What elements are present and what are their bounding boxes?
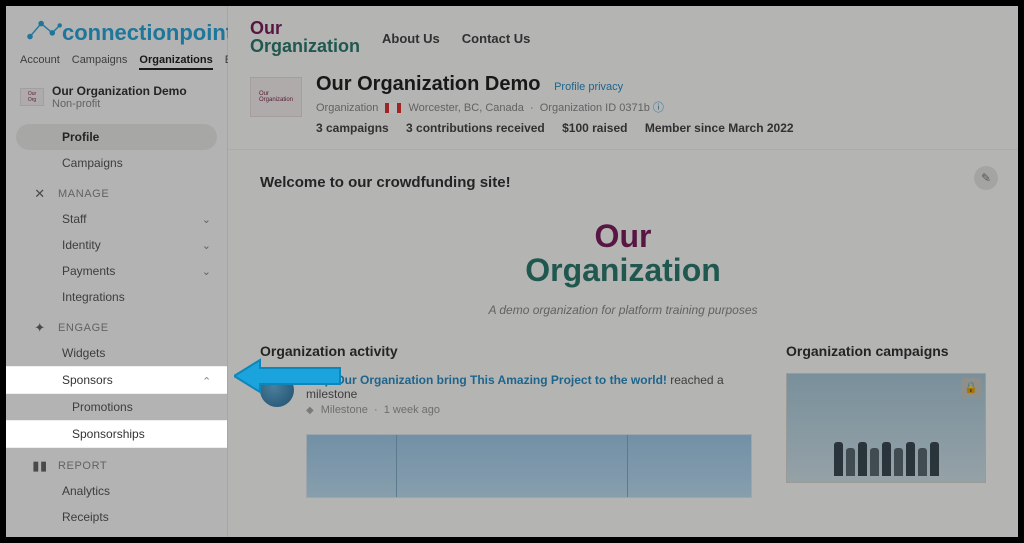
campaigns-heading: Organization campaigns: [786, 343, 986, 359]
sidebar-item-widgets[interactable]: Widgets: [6, 340, 227, 366]
logo[interactable]: connectionpoint: [24, 18, 233, 44]
sidebar-item-sponsors[interactable]: Sponsors⌄: [6, 366, 227, 394]
org-id-label: Organization ID: [540, 102, 616, 114]
logo-text-1: connection: [62, 20, 179, 45]
main-content: Our Organization About Us Contact Us Our…: [228, 6, 1018, 537]
activity-time: 1 week ago: [384, 404, 440, 416]
sidebar-item-staff[interactable]: Staff⌄: [6, 206, 227, 232]
stat-raised: $100 raised: [562, 121, 627, 135]
org-header: OurOrganization Our Organization Demo Pr…: [228, 67, 1018, 150]
sidebar-item-transactions[interactable]: Transactions: [6, 530, 227, 543]
account-tabs: Account Campaigns Organizations Enterpri…: [6, 44, 227, 76]
org-header-thumb: OurOrganization: [250, 77, 302, 117]
org-location: Worcester, BC, Canada: [409, 102, 524, 114]
stat-member-since: Member since March 2022: [645, 121, 794, 135]
sidebar-item-analytics[interactable]: Analytics: [6, 478, 227, 504]
hero-line-2: Organization: [260, 252, 986, 289]
info-icon[interactable]: ⓘ: [653, 102, 664, 114]
hero-line-1: Our: [260, 221, 986, 251]
sidebar-item-identity[interactable]: Identity⌄: [6, 232, 227, 258]
logo-text-2: point: [179, 20, 233, 45]
sidebar-org-block[interactable]: OurOrg Our Organization Demo Non-profit: [6, 76, 227, 118]
network-icon: [24, 18, 62, 44]
sidebar-item-receipts[interactable]: Receipts: [6, 504, 227, 530]
top-nav: Our Organization About Us Contact Us: [228, 6, 1018, 67]
hero-block: Our Organization A demo organization for…: [260, 221, 986, 316]
annotation-arrow: [234, 356, 344, 396]
tools-icon: ✕: [32, 186, 48, 202]
sidebar-item-sponsorships[interactable]: Sponsorships: [6, 420, 227, 448]
campaign-image: [787, 428, 985, 476]
sidebar-section-manage: ✕ MANAGE: [6, 176, 227, 206]
org-thumb-icon: OurOrg: [20, 88, 44, 106]
chevron-down-icon: ⌄: [202, 265, 211, 278]
nav-about-us[interactable]: About Us: [382, 31, 440, 46]
engage-label: ENGAGE: [58, 322, 109, 334]
chevron-down-icon: ⌄: [202, 213, 211, 226]
sidebar-section-engage: ✦ ENGAGE: [6, 310, 227, 340]
sidebar-org-type: Non-profit: [52, 98, 187, 110]
sidebar-item-campaigns[interactable]: Campaigns: [6, 150, 227, 176]
engage-icon: ✦: [32, 320, 48, 336]
hero-tagline: A demo organization for platform trainin…: [260, 303, 986, 317]
sidebar-section-report: ▮▮ REPORT: [6, 448, 227, 478]
sidebar-item-profile[interactable]: Profile: [16, 124, 217, 150]
org-type: Organization: [316, 102, 378, 114]
activity-kind: Milestone: [321, 404, 368, 416]
stat-contributions: 3 contributions received: [406, 121, 545, 135]
org-title: Our Organization Demo: [316, 73, 540, 95]
chevron-up-icon: ⌄: [202, 374, 211, 387]
sidebar: connectionpoint ⇤ Account Campaigns Orga…: [6, 6, 228, 537]
tab-organizations[interactable]: Organizations: [139, 54, 212, 70]
sidebar-org-name: Our Organization Demo: [52, 84, 187, 98]
sidebar-item-promotions[interactable]: Promotions: [6, 394, 227, 420]
edit-button[interactable]: ✎: [974, 166, 998, 190]
tab-account[interactable]: Account: [20, 54, 60, 70]
sidebar-item-payments[interactable]: Payments⌄: [6, 258, 227, 284]
nav-contact-us[interactable]: Contact Us: [462, 31, 531, 46]
profile-privacy-link[interactable]: Profile privacy: [554, 81, 623, 93]
chart-icon: ▮▮: [32, 458, 48, 474]
stat-campaigns: 3 campaigns: [316, 121, 389, 135]
lock-icon: 🔒: [961, 378, 981, 398]
org-id-value: 0371b: [619, 102, 650, 114]
chevron-down-icon: ⌄: [202, 239, 211, 252]
canada-flag-icon: [385, 103, 401, 113]
activity-image: [306, 434, 752, 498]
brand-lockup[interactable]: Our Organization: [250, 20, 360, 57]
manage-label: MANAGE: [58, 188, 109, 200]
report-label: REPORT: [58, 460, 107, 472]
pencil-icon: ✎: [981, 171, 991, 185]
campaign-card[interactable]: 🔒: [786, 373, 986, 483]
sidebar-item-integrations[interactable]: Integrations: [6, 284, 227, 310]
milestone-icon: ◆: [306, 405, 314, 416]
welcome-heading: Welcome to our crowdfunding site!: [260, 174, 986, 191]
tab-campaigns[interactable]: Campaigns: [72, 54, 128, 70]
activity-link[interactable]: Help Our Organization bring This Amazing…: [306, 373, 667, 387]
